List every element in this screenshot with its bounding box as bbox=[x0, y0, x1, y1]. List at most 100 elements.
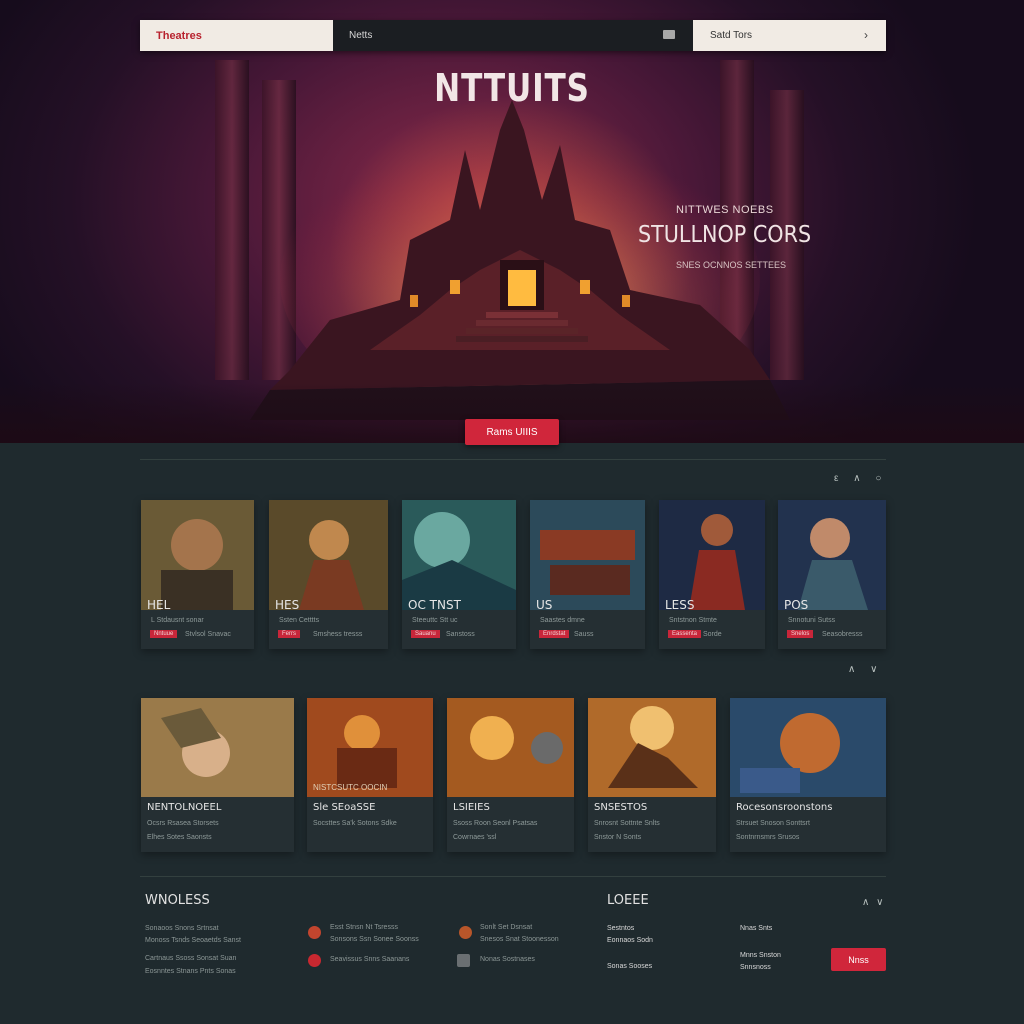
footer-text: Sestntos bbox=[607, 925, 635, 932]
genre-tag[interactable]: Sauanu bbox=[411, 630, 440, 638]
account-menu[interactable]: Satd Tors › bbox=[693, 20, 886, 51]
social-icon[interactable] bbox=[459, 926, 472, 939]
featured-title: LSIEIES bbox=[453, 802, 490, 813]
game-thumbnail bbox=[778, 500, 886, 610]
section-divider bbox=[140, 459, 886, 460]
featured-card[interactable]: NISTCSUTC OOCIN Sle SEoaSSE Socsttes Sa'… bbox=[307, 698, 433, 852]
print-icon[interactable] bbox=[457, 954, 470, 967]
featured-title: Rocesonsroonstons bbox=[736, 802, 833, 813]
featured-title: SNSESTOS bbox=[594, 802, 648, 813]
chevron-right-icon: › bbox=[864, 28, 868, 42]
game-meta: Saastes dmne bbox=[540, 617, 585, 624]
genre-tag[interactable]: Enrdstat bbox=[539, 630, 570, 638]
featured-title: Sle SEoaSSE bbox=[313, 802, 376, 813]
featured-meta: Ssoss Roon Seonl Psatsas bbox=[453, 820, 538, 827]
game-meta: Sntstnon Stmte bbox=[669, 617, 717, 624]
section-divider bbox=[140, 876, 886, 877]
game-meta: Steeuttc Stt uc bbox=[412, 617, 458, 624]
game-card[interactable]: OC TNST Steeuttc Stt uc Sauanu Sanstoss bbox=[402, 500, 516, 649]
social-icon[interactable] bbox=[308, 926, 321, 939]
featured-meta: Strsuet Snoson Sonttsrt bbox=[736, 820, 810, 827]
footer-text: Eosnntes Stnans Pnts Sonas bbox=[145, 968, 236, 975]
hero-banner: NTTUITS NITTWES NOEBS STULLNOP CORS SNES… bbox=[0, 0, 1024, 443]
featured-meta: Snrosnt Sottnte Snlts bbox=[594, 820, 660, 827]
hero-cta-button[interactable]: Rams UIIIS bbox=[465, 419, 559, 445]
featured-card[interactable]: Rocesonsroonstons Strsuet Snoson Sonttsr… bbox=[730, 698, 886, 852]
featured-meta: Socsttes Sa'k Sotons Sdke bbox=[313, 820, 397, 827]
featured-meta: Snstor N Sonts bbox=[594, 834, 642, 841]
hero-kicker: NITTWES NOEBS bbox=[676, 204, 774, 216]
footer-link[interactable]: Sonsons Ssn Sonee Soonss bbox=[330, 936, 419, 943]
featured-thumbnail bbox=[730, 698, 886, 797]
game-card[interactable]: HES Ssten Cetttts Ferrs Smshess tresss bbox=[269, 500, 388, 649]
game-meta: Snnotuni Sutss bbox=[788, 617, 836, 624]
featured-meta: Cowrnaes 'ssl bbox=[453, 834, 497, 841]
footer-link[interactable]: Snesos Snat Stoonesson bbox=[480, 936, 559, 943]
game-thumbnail bbox=[269, 500, 388, 610]
footer-text: Snnsnoss bbox=[740, 964, 771, 971]
game-meta: Stvlsol Snavac bbox=[185, 631, 231, 638]
genre-tag[interactable]: Nntuue bbox=[150, 630, 178, 638]
footer-heading: WNOLESS bbox=[145, 893, 210, 908]
footer-text: Sonas Sooses bbox=[607, 963, 653, 970]
featured-card[interactable]: LSIEIES Ssoss Roon Seonl Psatsas Cowrnae… bbox=[447, 698, 574, 852]
carousel-controls[interactable]: ε ∧ ○ bbox=[834, 473, 887, 484]
game-title: US bbox=[536, 598, 553, 612]
game-card[interactable]: LESS Sntstnon Stmte Eassenta Sorde bbox=[659, 500, 765, 649]
search-icon[interactable] bbox=[663, 30, 675, 39]
featured-overlay: NISTCSUTC OOCIN bbox=[313, 783, 388, 792]
genre-tag[interactable]: Snelos bbox=[787, 630, 814, 638]
footer-text: Mnns Snston bbox=[740, 952, 781, 959]
footer-heading: LOEEE bbox=[607, 893, 649, 908]
social-icon[interactable] bbox=[308, 954, 321, 967]
game-card[interactable]: POS Snnotuni Sutss Snelos Seasobresss bbox=[778, 500, 886, 649]
featured-card[interactable]: SNSESTOS Snrosnt Sottnte Snlts Snstor N … bbox=[588, 698, 716, 852]
game-title: HEL bbox=[147, 598, 171, 612]
brand-logo[interactable]: Theatres bbox=[140, 20, 333, 51]
genre-tag[interactable]: Eassenta bbox=[668, 630, 702, 638]
footer-link[interactable]: Seavissus Snns Saanans bbox=[330, 956, 409, 963]
game-meta: Ssten Cetttts bbox=[279, 617, 320, 624]
game-title: LESS bbox=[665, 598, 695, 612]
search-text: Netts bbox=[349, 30, 373, 41]
search-input[interactable]: Netts bbox=[333, 20, 693, 51]
footer-link[interactable]: Esst Stnsn Nt Tsresss bbox=[330, 924, 398, 931]
game-meta: Sorde bbox=[703, 631, 722, 638]
hero-title: NTTUITS bbox=[434, 66, 590, 110]
featured-thumbnail bbox=[447, 698, 574, 797]
game-thumbnail bbox=[659, 500, 765, 610]
game-meta: Sanstoss bbox=[446, 631, 475, 638]
subscribe-button[interactable]: Nnss bbox=[831, 948, 886, 971]
castle-illustration bbox=[250, 100, 790, 420]
game-title: POS bbox=[784, 598, 809, 612]
featured-card[interactable]: NENTOLNOEEL Ocsrs Rsasea Storsets Elhes … bbox=[141, 698, 294, 852]
footer-text: Nnas Snts bbox=[740, 925, 773, 932]
featured-meta: Ocsrs Rsasea Storsets bbox=[147, 820, 219, 827]
game-title: OC TNST bbox=[408, 598, 461, 612]
hero-subtitle: STULLNOP CORS bbox=[638, 222, 812, 248]
footer-text: Sonaoos Snons Srtnsat bbox=[145, 925, 219, 932]
footer-text: Eonnaos Sodn bbox=[607, 937, 653, 944]
account-label: Satd Tors bbox=[710, 30, 753, 41]
featured-title: NENTOLNOEEL bbox=[147, 802, 222, 813]
game-meta: Seasobresss bbox=[822, 631, 863, 638]
top-navigation-bar: Theatres Netts Satd Tors › bbox=[140, 20, 886, 51]
game-card[interactable]: HEL L Stdausnt sonar Nntuue Stvlsol Snav… bbox=[141, 500, 254, 649]
game-thumbnail bbox=[530, 500, 645, 610]
featured-thumbnail bbox=[588, 698, 716, 797]
featured-meta: Sontnrnsmrs Srusos bbox=[736, 834, 800, 841]
game-meta: Sauss bbox=[574, 631, 594, 638]
carousel-controls[interactable]: ∧ ∨ bbox=[848, 664, 883, 675]
featured-thumbnail bbox=[141, 698, 294, 797]
featured-meta: Elhes Sotes Saonsts bbox=[147, 834, 212, 841]
footer-link[interactable]: Nonas Sostnases bbox=[480, 956, 535, 963]
hero-description: SNES OCNNOS SETTEES bbox=[676, 260, 787, 270]
footer-controls[interactable]: ∧ ∨ bbox=[862, 897, 885, 908]
game-thumbnail bbox=[402, 500, 516, 610]
footer-link[interactable]: Sonlt Set Dsnsat bbox=[480, 924, 532, 931]
footer-text: Monoss Tsnds Seoaetds Sanst bbox=[145, 937, 241, 944]
game-meta: Smshess tresss bbox=[313, 631, 363, 638]
footer-text: Cartnaus Ssoss Sonsat Suan bbox=[145, 955, 237, 962]
genre-tag[interactable]: Ferrs bbox=[278, 630, 300, 638]
game-card[interactable]: US Saastes dmne Enrdstat Sauss bbox=[530, 500, 645, 649]
